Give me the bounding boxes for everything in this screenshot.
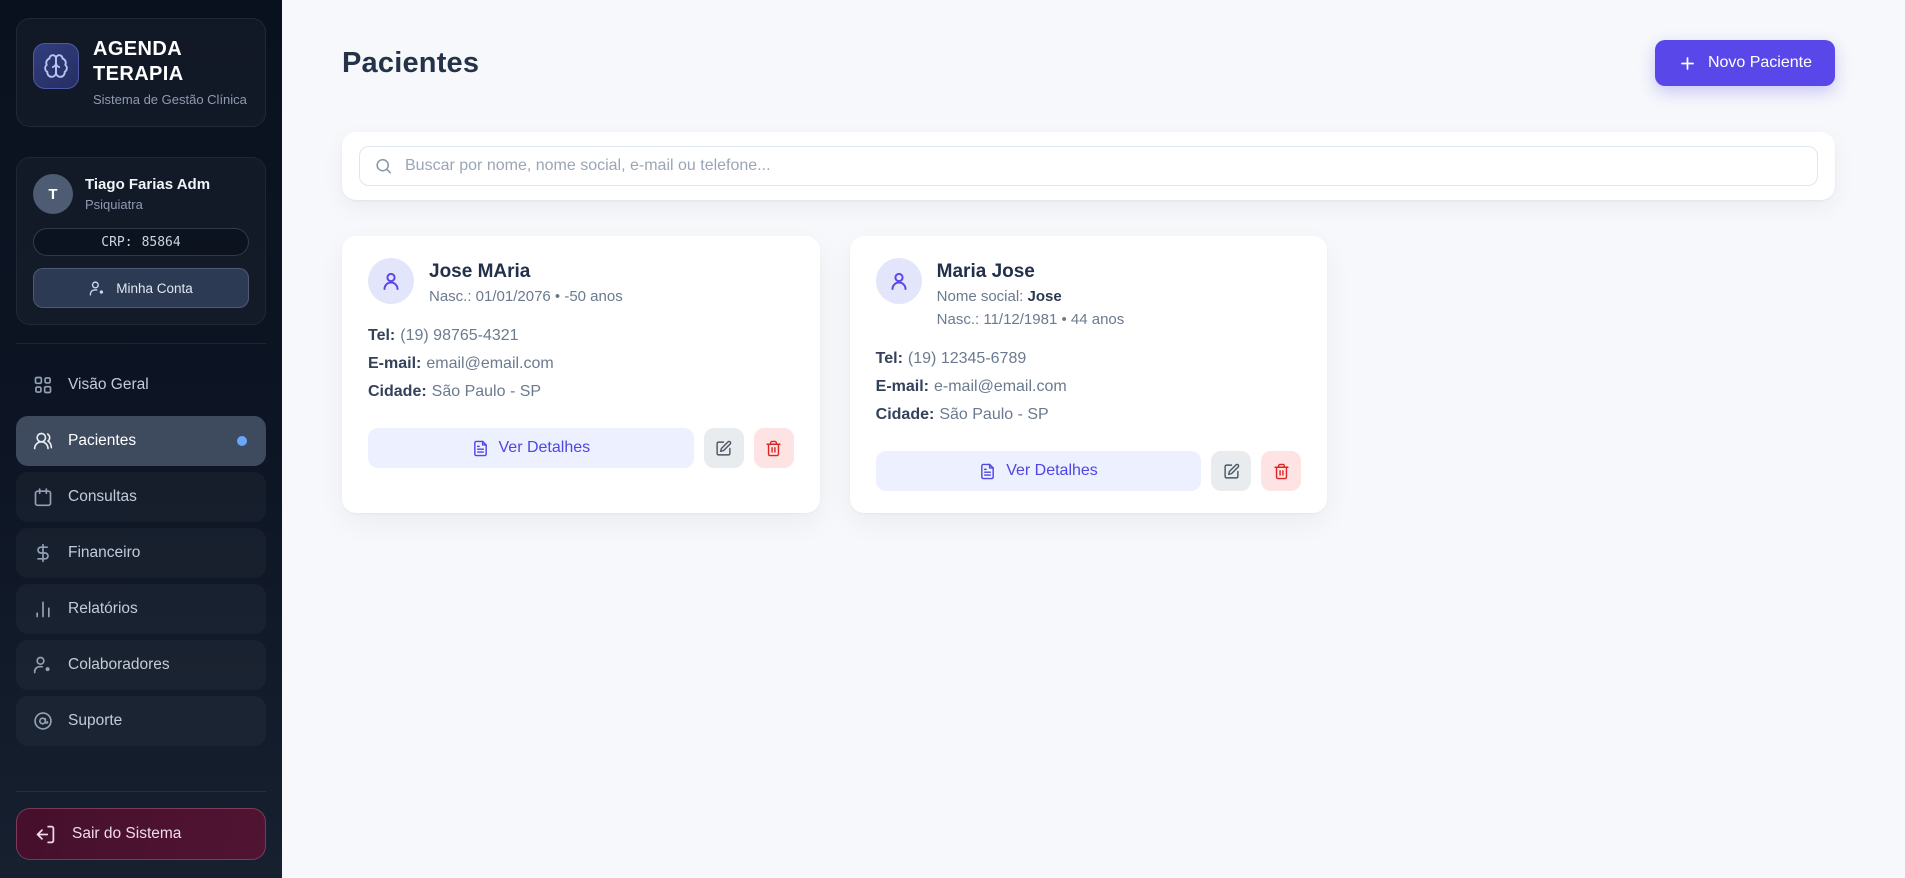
patients-grid: Jose MAria Nasc.: 01/01/2076 • -50 anos …	[342, 236, 1835, 513]
sidebar-item-label: Financeiro	[68, 544, 141, 561]
social-name-label: Nome social:	[936, 288, 1024, 305]
city-value: São Paulo - SP	[431, 383, 542, 400]
my-account-button[interactable]: Minha Conta	[33, 268, 249, 308]
brain-icon	[33, 43, 79, 89]
sidebar-item-label: Colaboradores	[68, 656, 170, 673]
sidebar-item-relatorios[interactable]: Relatórios	[16, 584, 266, 634]
dollar-icon	[33, 543, 53, 563]
file-text-icon	[979, 463, 996, 480]
brand-subtitle: Sistema de Gestão Clínica	[93, 92, 247, 107]
sidebar-item-label: Visão Geral	[68, 376, 149, 393]
users-icon	[33, 431, 53, 451]
page-header: Pacientes Novo Paciente	[342, 40, 1835, 86]
search-input[interactable]	[359, 146, 1818, 186]
patient-card: Jose MAria Nasc.: 01/01/2076 • -50 anos …	[342, 236, 820, 513]
patient-avatar-icon	[368, 258, 414, 304]
plus-icon	[1678, 54, 1697, 73]
crp-value: 85864	[141, 234, 181, 250]
social-name-value: Jose	[1027, 288, 1062, 305]
email-label: E-mail:	[368, 355, 422, 372]
search-icon	[374, 157, 393, 176]
patient-social-name-row: Nome social: Jose	[937, 287, 1125, 306]
avatar: T	[33, 174, 73, 214]
layout-grid-icon	[33, 375, 53, 395]
at-sign-circle-icon	[33, 711, 53, 731]
user-name: Tiago Farias Adm	[85, 176, 211, 193]
patient-email-row: E-mail: e-mail@email.com	[876, 373, 1302, 401]
trash-icon	[1274, 463, 1289, 479]
logout-label: Sair do Sistema	[72, 825, 182, 842]
user-role: Psiquiatra	[85, 197, 143, 212]
delete-patient-button[interactable]	[1261, 451, 1302, 491]
sidebar-item-pacientes[interactable]: Pacientes	[16, 416, 266, 466]
brand-title: AGENDA TERAPIA	[93, 38, 184, 85]
patient-birth: Nasc.: 01/01/2076 • -50 anos	[429, 288, 623, 305]
patient-name: Maria Jose	[936, 261, 1035, 282]
email-label: E-mail:	[875, 378, 929, 395]
delete-patient-button[interactable]	[753, 428, 794, 468]
logout-button[interactable]: Sair do Sistema	[16, 808, 266, 860]
active-indicator-dot	[237, 436, 247, 446]
new-patient-button[interactable]: Novo Paciente	[1654, 40, 1835, 86]
user-gear-icon	[33, 655, 53, 675]
brand-card: AGENDA TERAPIA Sistema de Gestão Clínica	[16, 18, 266, 127]
patient-avatar-icon	[875, 258, 922, 304]
view-details-button[interactable]: Ver Detalhes	[875, 451, 1202, 491]
sidebar-item-suporte[interactable]: Suporte	[16, 696, 266, 746]
edit-patient-button[interactable]	[1211, 451, 1252, 491]
phone-value: (19) 98765-4321	[400, 327, 519, 344]
sidebar-item-financeiro[interactable]: Financeiro	[16, 528, 266, 578]
phone-label: Tel:	[368, 327, 396, 344]
city-value: São Paulo - SP	[939, 406, 1049, 423]
phone-label: Tel:	[875, 350, 903, 367]
patient-birth: Nasc.: 11/12/1981 • 44 anos	[936, 311, 1125, 328]
page-title: Pacientes	[342, 46, 480, 79]
sidebar-item-consultas[interactable]: Consultas	[16, 472, 266, 522]
patient-card: Maria Jose Nome social: Jose Nasc.: 11/1…	[849, 236, 1328, 513]
edit-patient-button[interactable]	[703, 428, 744, 468]
patient-name: Jose MAria	[429, 261, 531, 282]
empty-grid-cell	[1357, 236, 1835, 513]
email-value: email@email.com	[426, 355, 554, 372]
main-content: Pacientes Novo Paciente Buscar por nome,…	[282, 0, 1905, 878]
trash-icon	[766, 440, 781, 456]
patient-email-row: E-mail: email@email.com	[368, 350, 794, 378]
email-value: e-mail@email.com	[934, 378, 1067, 395]
crp-badge: CRP: 85864	[33, 228, 249, 256]
sidebar-item-label: Consultas	[68, 488, 137, 505]
sidebar-item-label: Pacientes	[68, 432, 137, 449]
brand-text: AGENDA TERAPIA Sistema de Gestão Clínica	[93, 37, 249, 108]
edit-icon	[716, 440, 732, 456]
patient-phone-row: Tel: (19) 12345-6789	[876, 345, 1302, 373]
bar-chart-icon	[33, 599, 53, 619]
phone-value: (19) 12345-6789	[907, 350, 1027, 367]
sidebar-item-visao-geral[interactable]: Visão Geral	[16, 360, 266, 410]
sidebar-item-label: Suporte	[68, 712, 123, 729]
patient-city-row: Cidade: São Paulo - SP	[876, 401, 1302, 429]
sidebar-nav: Visão Geral Pacientes Consultas Financei…	[16, 343, 266, 746]
sidebar-item-colaboradores[interactable]: Colaboradores	[16, 640, 266, 690]
edit-icon	[1224, 463, 1240, 479]
patient-city-row: Cidade: São Paulo - SP	[368, 378, 794, 406]
sidebar: AGENDA TERAPIA Sistema de Gestão Clínica…	[0, 0, 282, 878]
crp-label: CRP:	[101, 234, 133, 250]
logout-icon	[35, 824, 56, 845]
view-details-label: Ver Detalhes	[1006, 462, 1098, 479]
city-label: Cidade:	[368, 383, 427, 400]
city-label: Cidade:	[875, 406, 935, 423]
view-details-label: Ver Detalhes	[498, 439, 591, 456]
patient-phone-row: Tel: (19) 98765-4321	[368, 322, 794, 350]
new-patient-label: Novo Paciente	[1707, 54, 1812, 71]
view-details-button[interactable]: Ver Detalhes	[368, 428, 694, 468]
my-account-label: Minha Conta	[116, 280, 193, 296]
file-text-icon	[472, 440, 489, 457]
calendar-icon	[33, 487, 53, 507]
logout-section: Sair do Sistema	[16, 791, 266, 860]
search-card	[342, 132, 1835, 200]
sidebar-item-label: Relatórios	[68, 600, 138, 617]
user-card: T Tiago Farias Adm Psiquiatra CRP: 85864…	[16, 157, 266, 325]
user-cog-icon	[89, 280, 106, 297]
